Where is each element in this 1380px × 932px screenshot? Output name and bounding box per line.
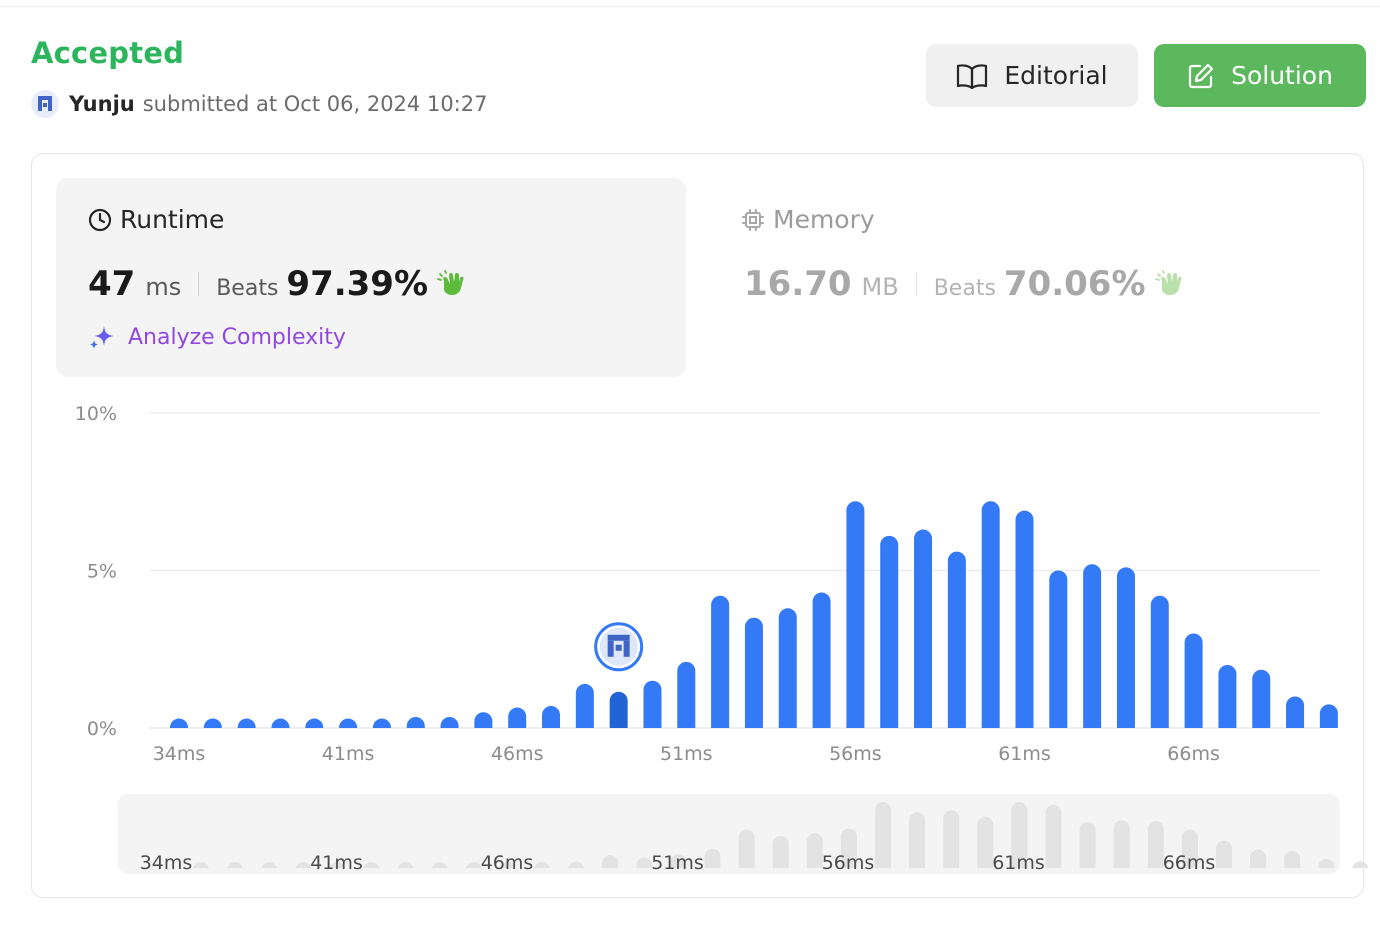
chart-bar — [609, 691, 628, 728]
chart-bar — [305, 718, 324, 728]
chart-bar — [237, 718, 256, 728]
mini-x-tick-label: 34ms — [140, 852, 193, 874]
chart-bar — [1150, 595, 1169, 728]
mini-chart-bar — [295, 862, 312, 870]
mini-chart-bar — [261, 862, 278, 870]
mini-chart-bar — [1079, 822, 1096, 868]
mini-chart-bar — [977, 816, 994, 868]
chart-bar — [170, 718, 188, 728]
chart-bar — [406, 716, 425, 728]
mini-chart-bar — [534, 862, 550, 870]
mini-chart-bar — [193, 862, 209, 870]
user-marker-glyph — [623, 640, 630, 657]
mini-chart-bar — [465, 862, 482, 870]
chart-bar — [575, 683, 594, 728]
chart-bar — [846, 501, 865, 728]
mini-chart-bar — [704, 848, 721, 868]
chart-bar — [203, 718, 222, 728]
mini-chart-bar — [431, 862, 448, 870]
mini-x-tick-label: 46ms — [481, 852, 534, 874]
chart-bar — [812, 592, 831, 728]
chart-bar — [542, 705, 561, 728]
mini-chart-bar — [909, 812, 926, 868]
mini-x-tick-label: 66ms — [1163, 852, 1216, 874]
x-tick-label: 51ms — [660, 743, 713, 765]
chart-bar — [677, 661, 696, 728]
mini-chart-bar — [875, 802, 891, 868]
mini-chart-bar — [1318, 858, 1335, 868]
chart-bar — [744, 617, 763, 728]
chart-bar — [981, 501, 1000, 728]
mini-chart-bar — [636, 857, 653, 868]
chart-bar — [711, 595, 730, 728]
chart-bar — [1184, 633, 1203, 728]
chart-bar — [372, 718, 391, 728]
mini-chart-bar — [227, 862, 244, 870]
mini-chart-bar — [1352, 861, 1369, 870]
x-tick-label: 56ms — [829, 743, 882, 765]
chart-bar — [1218, 665, 1237, 728]
mini-x-tick-label: 41ms — [310, 852, 363, 874]
chart-bar — [440, 716, 459, 728]
chart-bar — [271, 718, 290, 728]
mini-chart-bar — [1045, 804, 1062, 868]
x-tick-label: 34ms — [153, 743, 206, 765]
mini-x-tick-label: 51ms — [651, 852, 704, 874]
chart-bar — [1252, 669, 1271, 728]
mini-chart-bar — [772, 835, 789, 868]
user-marker-glyph — [615, 644, 622, 651]
x-tick-label: 61ms — [998, 743, 1051, 765]
mini-chart-bar — [1284, 851, 1301, 868]
y-tick-label: 0% — [87, 718, 117, 740]
x-tick-label: 66ms — [1167, 743, 1220, 765]
chart-bar — [1286, 696, 1305, 728]
chart-bar — [474, 712, 493, 728]
chart-bar — [914, 529, 933, 728]
chart-bar — [643, 680, 662, 728]
mini-chart-bar — [1250, 849, 1267, 868]
chart-bar — [1083, 564, 1102, 728]
chart-bar — [1116, 567, 1135, 728]
mini-chart-bar — [1113, 820, 1130, 868]
mini-chart-bar — [1147, 821, 1164, 868]
x-tick-label: 41ms — [322, 743, 375, 765]
user-marker-glyph — [607, 640, 614, 657]
chart-bar — [1015, 510, 1034, 728]
chart-bar — [1319, 704, 1338, 728]
mini-chart-bar — [568, 861, 585, 870]
mini-chart-bar — [397, 862, 414, 870]
mini-chart-bar — [738, 829, 755, 868]
mini-x-tick-label: 61ms — [992, 852, 1045, 874]
y-tick-label: 10% — [75, 403, 117, 425]
chart-bar — [880, 535, 899, 728]
chart-bar — [947, 551, 966, 728]
mini-chart-bar — [363, 862, 380, 870]
chart-bar — [778, 608, 797, 728]
x-tick-label: 46ms — [491, 743, 544, 765]
mini-chart-bar — [1216, 840, 1232, 868]
chart-bar — [508, 707, 527, 728]
y-tick-label: 5% — [87, 561, 117, 583]
mini-chart-bar — [602, 855, 619, 868]
mini-chart-bar — [806, 833, 823, 868]
runtime-distribution-chart[interactable]: 0% 5% 10% 34ms 41ms 46ms 51ms 56ms 61ms 66ms 34ms 4… — [0, 0, 1380, 932]
mini-chart-bar — [943, 810, 960, 868]
user-marker-glyph — [607, 634, 630, 641]
chart-bar — [339, 718, 358, 728]
mini-x-tick-label: 56ms — [822, 852, 875, 874]
chart-bar — [1049, 570, 1068, 728]
